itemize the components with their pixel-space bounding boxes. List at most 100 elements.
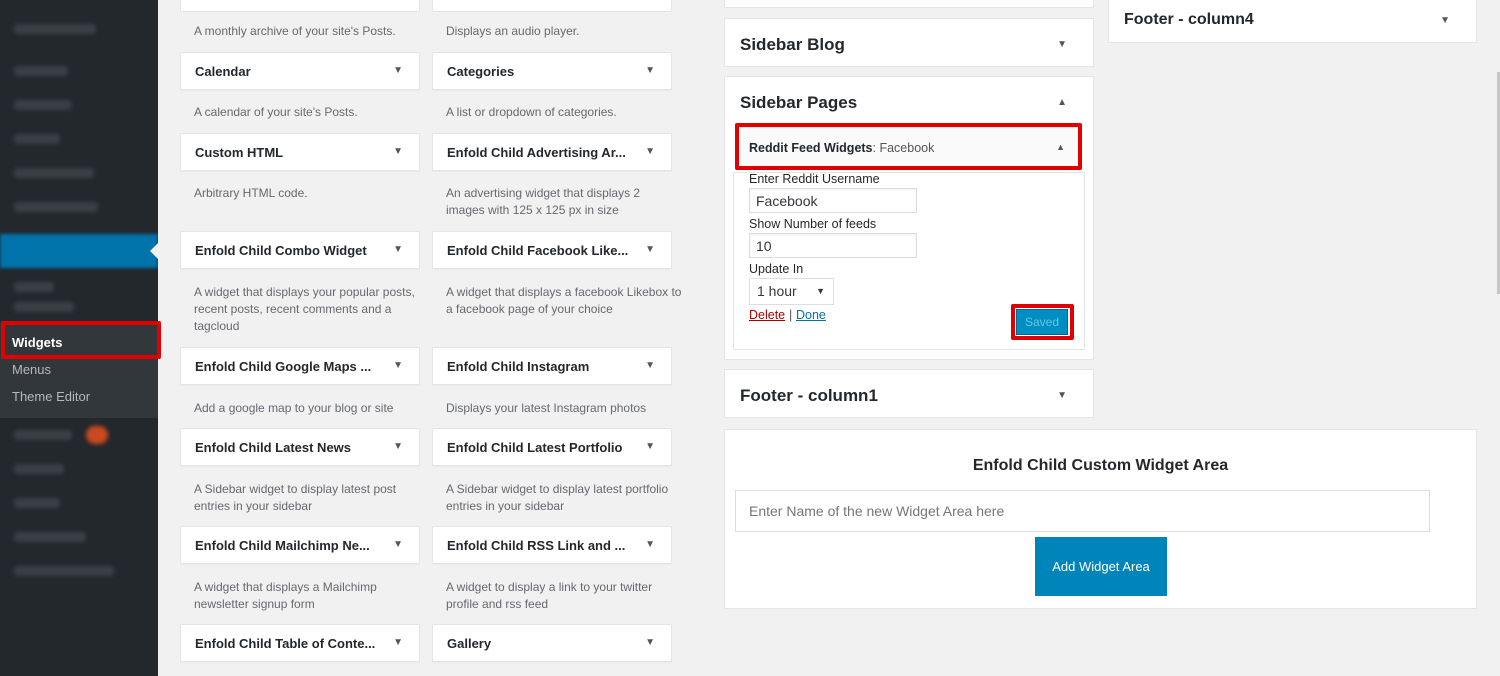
triangle-down-icon[interactable]: ▼: [645, 441, 655, 452]
widget-title: Enfold Child Facebook Like...: [447, 243, 629, 258]
widget-title: Enfold Child Table of Conte...: [195, 636, 376, 651]
left-widget-tile[interactable]: Enfold Child Table of Conte... ▼: [180, 624, 420, 662]
left-widget-tile[interactable]: Enfold Child Latest News ▼: [180, 428, 420, 466]
widget-title: Enfold Child Latest Portfolio: [447, 440, 623, 455]
blurred-menu-item[interactable]: [14, 566, 114, 576]
sidebar-pages-title: Sidebar Pages: [740, 93, 858, 112]
widget-tile-audio[interactable]: [432, 0, 672, 12]
widget-description: Arbitrary HTML code.: [194, 186, 308, 200]
blurred-menu-item[interactable]: [14, 498, 60, 508]
right-widget-tile[interactable]: Categories ▼: [432, 52, 672, 90]
triangle-down-icon[interactable]: ▼: [393, 146, 403, 157]
blurred-menu-item[interactable]: [14, 430, 72, 440]
triangle-down-icon[interactable]: ▼: [1057, 390, 1067, 401]
delete-link[interactable]: Delete: [749, 308, 785, 322]
triangle-down-icon[interactable]: ▼: [645, 244, 655, 255]
triangle-down-icon[interactable]: ▼: [393, 441, 403, 452]
update-badge: [86, 426, 108, 444]
blurred-menu-item[interactable]: [14, 24, 96, 34]
widget-description: A widget that displays your popular post…: [194, 285, 415, 333]
blurred-menu-item[interactable]: [14, 134, 60, 144]
footer-column4-title: Footer - column4: [1124, 11, 1254, 28]
widget-description: A widget to display a link to your twitt…: [446, 580, 653, 611]
submenu-menus[interactable]: Menus: [12, 362, 51, 377]
triangle-down-icon[interactable]: ▼: [1057, 39, 1067, 50]
widget-description: A list or dropdown of categories.: [446, 105, 617, 119]
blurred-submenu-item[interactable]: [14, 282, 54, 292]
add-widget-area-button[interactable]: Add Widget Area: [1035, 537, 1167, 596]
widget-title: Enfold Child Combo Widget: [195, 243, 367, 258]
blurred-menu-item[interactable]: [14, 100, 72, 110]
triangle-down-icon[interactable]: ▼: [393, 244, 403, 255]
blurred-menu-item[interactable]: [14, 168, 94, 178]
footer-column1-title: Footer - column1: [740, 386, 878, 405]
username-label: Enter Reddit Username: [749, 172, 880, 186]
submenu-theme-editor[interactable]: Theme Editor: [12, 389, 90, 404]
blurred-menu-item[interactable]: [14, 202, 98, 212]
right-widget-tile[interactable]: Enfold Child Latest Portfolio ▼: [432, 428, 672, 466]
triangle-down-icon[interactable]: ▼: [393, 637, 403, 648]
widget-title: Custom HTML: [195, 145, 284, 160]
right-widget-tile[interactable]: Enfold Child Facebook Like... ▼: [432, 231, 672, 269]
triangle-down-icon[interactable]: ▼: [645, 146, 655, 157]
blurred-menu-item[interactable]: [14, 532, 86, 542]
left-widget-tile[interactable]: Enfold Child Google Maps ... ▼: [180, 347, 420, 385]
update-label: Update In: [749, 262, 804, 276]
widget-description: A Sidebar widget to display latest post …: [194, 482, 397, 513]
update-interval-value: 1 hour: [757, 283, 797, 299]
active-menu-arrow: [150, 243, 158, 259]
right-widget-tile[interactable]: Enfold Child Instagram ▼: [432, 347, 672, 385]
widget-description: Displays your latest Instagram photos: [446, 401, 647, 415]
feeds-label: Show Number of feeds: [749, 217, 877, 231]
widget-title: Enfold Child RSS Link and ...: [447, 538, 626, 553]
custom-widget-area-title: Enfold Child Custom Widget Area: [972, 457, 1229, 474]
widget-description: A Sidebar widget to display latest portf…: [446, 482, 669, 513]
active-menu-appearance[interactable]: [0, 234, 158, 268]
triangle-down-icon[interactable]: ▼: [393, 360, 403, 371]
blurred-submenu-item[interactable]: [14, 302, 74, 312]
done-link[interactable]: Done: [796, 308, 826, 322]
reddit-username-input[interactable]: [749, 188, 917, 213]
widget-description: A calendar of your site's Posts.: [194, 105, 358, 119]
footer-column1[interactable]: Footer - column1 ▼: [724, 369, 1094, 418]
triangle-down-icon[interactable]: ▼: [645, 65, 655, 76]
new-widget-area-name-input[interactable]: [735, 490, 1430, 532]
sidebar-blog-title: Sidebar Blog: [740, 35, 845, 54]
highlight-widgets: [1, 321, 161, 359]
sidebar-blog[interactable]: Sidebar Blog ▼: [724, 18, 1094, 67]
sidebar-area-top-stub: [724, 0, 1094, 8]
right-widget-tile[interactable]: Enfold Child Advertising Ar... ▼: [432, 133, 672, 171]
footer-column4[interactable]: Footer - column4 ▼: [1108, 0, 1477, 43]
blurred-menu-item[interactable]: [14, 464, 64, 474]
highlight-reddit-widget: [735, 123, 1082, 170]
widget-description: A widget that displays a Mailchimp newsl…: [194, 580, 377, 611]
widget-title: Enfold Child Instagram: [447, 359, 590, 374]
triangle-down-icon[interactable]: ▼: [645, 539, 655, 550]
triangle-down-icon[interactable]: ▼: [645, 637, 655, 648]
left-widget-tile[interactable]: Calendar ▼: [180, 52, 420, 90]
widget-tile-archives[interactable]: [180, 0, 420, 12]
widget-description: Add a google map to your blog or site: [194, 401, 394, 415]
update-interval-select[interactable]: 1 hour ▼: [749, 278, 834, 305]
left-widget-tile[interactable]: Custom HTML ▼: [180, 133, 420, 171]
right-widget-tile[interactable]: Gallery ▼: [432, 624, 672, 662]
widget-title: Enfold Child Mailchimp Ne...: [195, 538, 370, 553]
widget-description: A widget that displays a facebook Likebo…: [446, 285, 682, 316]
widget-title: Categories: [447, 64, 515, 79]
triangle-down-icon[interactable]: ▼: [645, 360, 655, 371]
left-widget-tile[interactable]: Enfold Child Combo Widget ▼: [180, 231, 420, 269]
feeds-count-input[interactable]: [749, 233, 917, 258]
highlight-saved-button: [1011, 304, 1074, 340]
widget-title: Enfold Child Latest News: [195, 440, 352, 455]
chevron-down-icon: ▼: [816, 286, 825, 296]
triangle-down-icon[interactable]: ▼: [1440, 15, 1450, 26]
right-widget-tile[interactable]: Enfold Child RSS Link and ... ▼: [432, 526, 672, 564]
widget-title: Gallery: [447, 636, 492, 651]
triangle-up-icon[interactable]: ▲: [1057, 97, 1067, 108]
blurred-menu-item[interactable]: [14, 66, 68, 76]
triangle-down-icon[interactable]: ▼: [393, 65, 403, 76]
left-widget-tile[interactable]: Enfold Child Mailchimp Ne... ▼: [180, 526, 420, 564]
triangle-down-icon[interactable]: ▼: [393, 539, 403, 550]
widget-desc-audio: Displays an audio player.: [446, 24, 580, 38]
widget-title: Enfold Child Advertising Ar...: [447, 145, 626, 160]
